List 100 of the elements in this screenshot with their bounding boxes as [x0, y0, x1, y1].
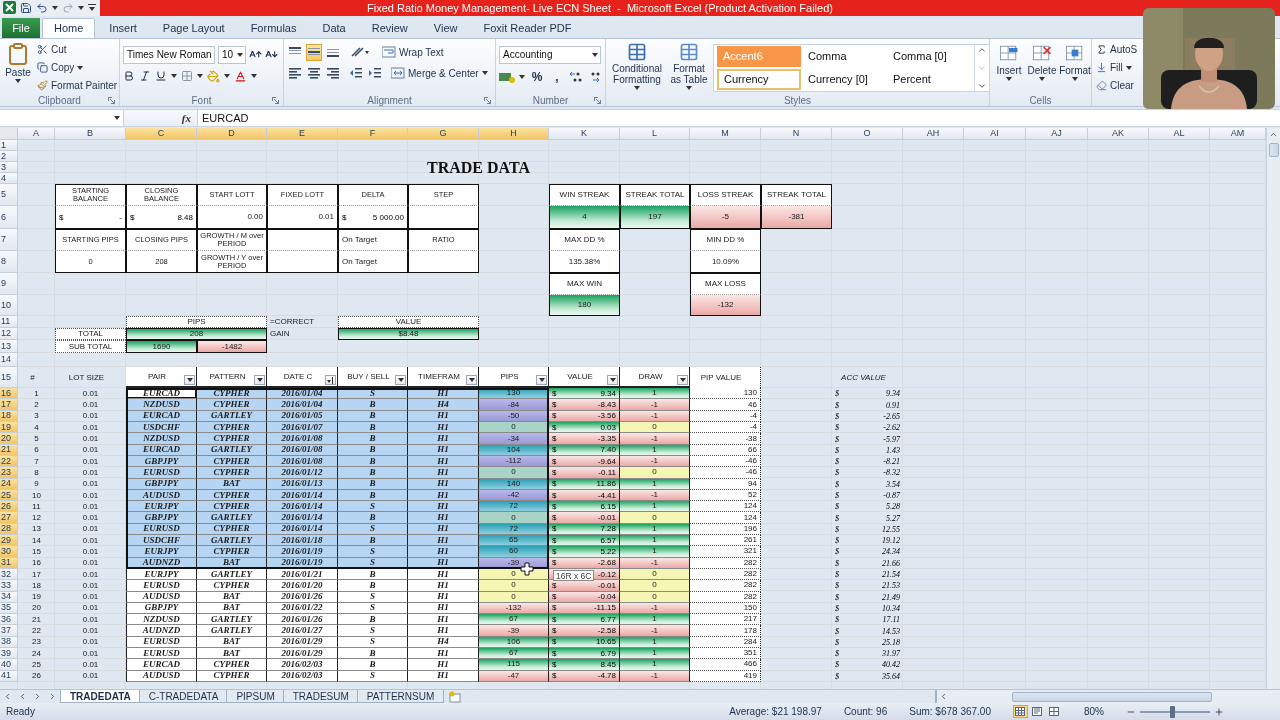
vertical-scrollbar[interactable] [1266, 128, 1280, 690]
zoom-slider-thumb[interactable] [1169, 705, 1175, 718]
sort-filter-button[interactable] [325, 375, 336, 386]
column-header[interactable]: B [55, 128, 126, 141]
wrap-text-button[interactable]: Wrap Text [381, 44, 445, 61]
row-header[interactable]: 4 [0, 173, 18, 185]
percent-button[interactable]: % [529, 68, 545, 86]
filter-button[interactable] [607, 375, 618, 386]
column-header[interactable]: O [832, 128, 903, 141]
column-header[interactable]: E [267, 128, 338, 141]
comma-button[interactable]: , [549, 68, 565, 86]
row-header[interactable]: 13 [0, 340, 18, 354]
filter-button[interactable] [677, 375, 688, 386]
formula-field[interactable]: EURCAD [198, 110, 1280, 127]
ribbon-tab[interactable]: View [421, 17, 470, 38]
page-layout-view-button[interactable] [1030, 705, 1045, 719]
cell-style-option[interactable]: Currency [717, 68, 801, 90]
filter-button[interactable] [395, 375, 406, 386]
bold-icon[interactable] [123, 70, 135, 83]
row-header[interactable]: 11 [0, 316, 18, 329]
row-header[interactable]: 40 [0, 659, 18, 671]
filter-button[interactable] [254, 375, 265, 386]
format-cells-button[interactable]: Format [1059, 41, 1091, 94]
number-format-select[interactable]: Accounting [499, 45, 601, 64]
row-header[interactable]: 33 [0, 580, 18, 592]
row-header[interactable]: 27 [0, 512, 18, 524]
row-header[interactable]: 8 [0, 251, 18, 274]
next-sheet-icon[interactable] [33, 692, 42, 702]
dialog-launcher-icon[interactable] [108, 96, 115, 104]
currency-icon[interactable] [499, 70, 515, 84]
format-as-table-button[interactable]: Format as Table [668, 41, 710, 94]
horizontal-scrollbar[interactable] [935, 690, 1280, 704]
file-tab[interactable]: File [2, 17, 40, 38]
insert-cells-button[interactable]: Insert [993, 41, 1025, 94]
row-header[interactable]: 3 [0, 162, 18, 174]
row-header[interactable]: 31 [0, 557, 18, 569]
orientation-icon[interactable] [350, 46, 370, 59]
vertical-align-button[interactable] [306, 43, 322, 61]
first-sheet-icon[interactable] [3, 692, 12, 702]
ribbon-tab[interactable]: Page Layout [150, 17, 237, 38]
clear-button[interactable]: Clear [1095, 77, 1139, 94]
row-header[interactable]: 5 [0, 184, 18, 207]
font-size-select[interactable]: 10 [218, 45, 246, 64]
font-color-icon[interactable] [234, 69, 247, 83]
ribbon-tab[interactable]: Data [310, 17, 358, 38]
column-header[interactable]: AI [964, 128, 1026, 141]
sheet-tab[interactable]: PATTERNSUM [356, 690, 445, 704]
row-header[interactable]: 7 [0, 229, 18, 252]
column-header[interactable]: F [338, 128, 408, 141]
filter-button[interactable] [184, 375, 195, 386]
paste-button[interactable]: Paste [3, 41, 33, 94]
row-header[interactable]: 15 [0, 367, 18, 389]
autosum-button[interactable]: AutoS [1095, 41, 1139, 58]
delete-cells-button[interactable]: Delete [1026, 41, 1058, 94]
scroll-thumb[interactable] [1268, 143, 1279, 158]
column-header[interactable]: AK [1088, 128, 1149, 141]
dialog-launcher-icon[interactable] [272, 96, 279, 104]
row-header[interactable]: 21 [0, 444, 18, 456]
dialog-launcher-icon[interactable] [484, 96, 491, 104]
row-header[interactable]: 17 [0, 399, 18, 411]
scroll-thumb[interactable] [1012, 691, 1212, 702]
sheet-tab[interactable]: TRADEDATA [60, 690, 141, 704]
row-header[interactable]: 2 [0, 151, 18, 163]
row-header[interactable]: 12 [0, 328, 18, 341]
column-header[interactable]: AH [903, 128, 964, 141]
row-header[interactable]: 34 [0, 591, 18, 603]
cut-button[interactable]: Cut [36, 41, 119, 58]
row-header[interactable]: 41 [0, 670, 18, 682]
ribbon-tab[interactable]: Formulas [238, 17, 309, 38]
row-header[interactable]: 20 [0, 433, 18, 445]
last-sheet-icon[interactable] [48, 692, 57, 702]
underline-icon[interactable] [155, 70, 167, 83]
column-header[interactable]: C [126, 128, 197, 141]
filter-button[interactable] [466, 375, 477, 386]
column-header[interactable]: AL [1149, 128, 1210, 141]
fill-button[interactable]: Fill [1095, 59, 1139, 76]
conditional-formatting-button[interactable]: Conditional Formatting [609, 41, 665, 94]
previous-sheet-icon[interactable] [18, 692, 27, 702]
column-header[interactable]: AM [1210, 128, 1266, 141]
sheet-tab[interactable]: PIPSUM [226, 690, 285, 704]
insert-function-button[interactable]: fx [181, 112, 191, 125]
copy-button[interactable]: Copy [36, 59, 119, 76]
column-header[interactable]: A [18, 128, 55, 141]
font-name-select[interactable]: Times New Roman [123, 45, 215, 64]
column-header[interactable]: K [549, 128, 620, 141]
fill-color-icon[interactable] [207, 69, 220, 83]
undo-icon[interactable] [36, 1, 48, 14]
row-header[interactable]: 23 [0, 467, 18, 479]
page-break-view-button[interactable] [1047, 705, 1062, 719]
italic-icon[interactable] [139, 70, 151, 83]
format-painter-button[interactable]: Format Painter [36, 77, 119, 94]
row-header[interactable]: 10 [0, 295, 18, 317]
column-header[interactable]: G [408, 128, 479, 141]
column-header[interactable]: D [197, 128, 267, 141]
column-header[interactable]: M [690, 128, 761, 141]
scroll-left-icon[interactable] [939, 692, 948, 702]
zoom-in-icon[interactable] [1214, 706, 1224, 717]
row-header[interactable]: 9 [0, 273, 18, 296]
row-header[interactable]: 1 [0, 140, 18, 152]
row-header[interactable]: 6 [0, 206, 18, 230]
